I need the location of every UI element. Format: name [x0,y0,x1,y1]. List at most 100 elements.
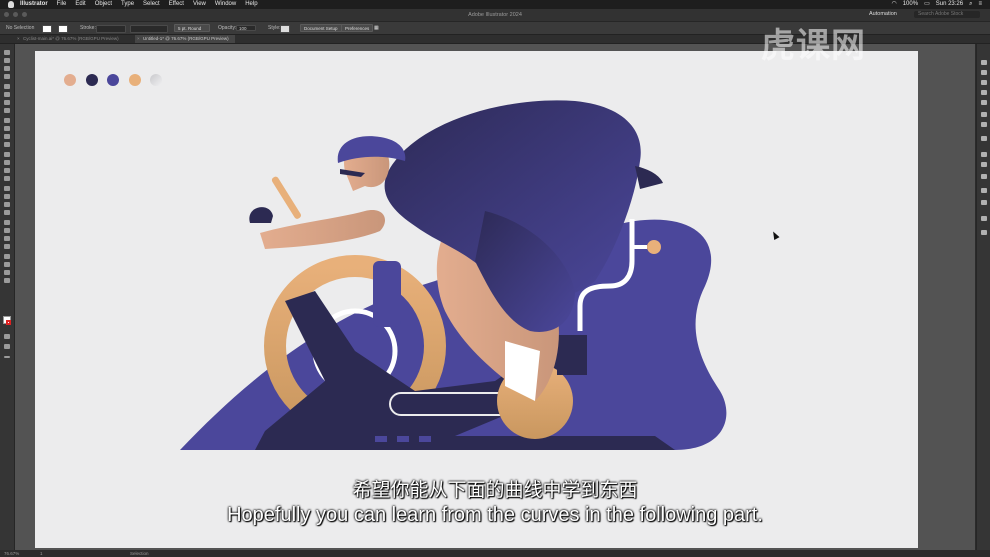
menubar-status-area: ◠ 100% ▭ Sun 23:26 ⌕ ≡ [891,0,982,9]
perspective-grid-tool-icon[interactable] [4,194,10,199]
menu-view[interactable]: View [193,0,206,9]
palette-swatch-indigo[interactable] [107,74,119,86]
appearance-panel-icon[interactable] [981,174,987,179]
tab-label: Cyclist-main.ai* @ 76.67% (RGB/GPU Previ… [23,36,119,41]
paintbrush-tool-icon[interactable] [4,126,10,131]
stroke-panel-icon[interactable] [981,136,987,141]
properties-panel-icon[interactable] [981,60,987,65]
watermark-logo: 虎课网 [761,26,866,66]
swatches-panel-icon[interactable] [981,100,987,105]
brush-definition-select[interactable]: 5 pt. Round [174,24,210,32]
curvature-tool-icon[interactable] [4,92,10,97]
graphic-style-swatch[interactable] [280,25,290,33]
subtitle-chinese: 希望你能从下面的曲线中学到东西 [352,479,638,501]
column-graph-tool-icon[interactable] [4,244,10,249]
tab-cyclist-main[interactable]: × Cyclist-main.ai* @ 76.67% (RGB/GPU Pre… [15,35,132,43]
mesh-tool-icon[interactable] [4,202,10,207]
stroke-swatch[interactable] [58,25,68,33]
bike-foot-2 [397,436,409,442]
arrange-documents-icon[interactable]: ▦ [374,22,379,34]
artboard-tool-icon[interactable] [4,254,10,259]
menu-window[interactable]: Window [215,0,236,9]
artboard-number[interactable]: 1 [40,550,43,557]
wifi-icon[interactable]: ◠ [891,0,896,9]
variable-width-profile[interactable] [130,25,168,33]
opacity-label: Opacity: [218,25,237,31]
close-tab-icon[interactable]: × [137,35,140,43]
menu-file[interactable]: File [57,0,67,9]
slice-tool-icon[interactable] [4,262,10,267]
shape-builder-tool-icon[interactable] [4,186,10,191]
bike-foot-1 [375,436,387,442]
artboards-panel-icon[interactable] [981,216,987,221]
palette-swatch-navy[interactable] [86,74,98,86]
current-tool-status[interactable]: Selection [130,550,149,557]
line-tool-icon[interactable] [4,108,10,113]
stroke-weight-field[interactable] [96,25,126,33]
symbols-panel-icon[interactable] [981,122,987,127]
palette-swatch-grey-gradient[interactable] [150,74,162,86]
handlebar-grip [271,176,301,219]
menu-help[interactable]: Help [245,0,257,9]
menu-object[interactable]: Object [95,0,112,9]
battery-icon[interactable]: ▭ [924,0,930,9]
workspace-switcher[interactable]: Automation [869,11,897,17]
artboard[interactable] [35,51,918,548]
bike-foot-3 [419,436,431,442]
free-transform-tool-icon[interactable] [4,176,10,181]
document-setup-button[interactable]: Document Setup [300,24,342,32]
menu-select[interactable]: Select [143,0,160,9]
eyedropper-tool-icon[interactable] [4,220,10,225]
menu-app-name[interactable]: Illustrator [20,0,48,9]
magic-wand-tool-icon[interactable] [4,66,10,71]
asset-export-panel-icon[interactable] [981,230,987,235]
eraser-tool-icon[interactable] [4,142,10,147]
layers-panel-icon[interactable] [981,200,987,205]
palette-swatch-gold[interactable] [129,74,141,86]
type-tool-icon[interactable] [4,100,10,105]
cyclist-illustration[interactable] [35,51,918,548]
menubar-clock[interactable]: Sun 23:26 [936,0,963,9]
symbol-sprayer-tool-icon[interactable] [4,236,10,241]
stock-search-input[interactable]: Search Adobe Stock [914,11,980,18]
transparency-panel-icon[interactable] [981,162,987,167]
menu-edit[interactable]: Edit [75,0,85,9]
edit-toolbar-icon[interactable] [4,356,10,358]
tab-untitled-1[interactable]: × Untitled-1* @ 76.67% (RGB/GPU Preview) [135,35,235,43]
zoom-tool-icon[interactable] [4,278,10,283]
gradient-panel-icon[interactable] [981,152,987,157]
preferences-button[interactable]: Preferences [341,24,374,32]
zoom-level[interactable]: 76.67% [4,550,19,557]
pencil-tool-icon[interactable] [4,134,10,139]
fill-swatch[interactable] [42,25,52,33]
selection-tool-icon[interactable] [4,50,10,55]
lasso-tool-icon[interactable] [4,74,10,79]
style-label: Style: [268,25,281,31]
brushes-panel-icon[interactable] [981,112,987,117]
libraries-panel-icon[interactable] [981,70,987,75]
gradient-tool-icon[interactable] [4,210,10,215]
graphic-styles-panel-icon[interactable] [981,188,987,193]
direct-selection-tool-icon[interactable] [4,58,10,63]
menu-type[interactable]: Type [121,0,134,9]
color-guide-panel-icon[interactable] [981,90,987,95]
color-panel-icon[interactable] [981,80,987,85]
pen-tool-icon[interactable] [4,84,10,89]
width-tool-icon[interactable] [4,168,10,173]
opacity-field[interactable]: 100 [236,25,256,31]
stroke-color-icon[interactable] [6,320,11,325]
palette-swatch-peach[interactable] [64,74,76,86]
control-center-icon[interactable]: ≡ [978,0,982,9]
hand-tool-icon[interactable] [4,270,10,275]
water-bottle [373,261,401,327]
close-tab-icon[interactable]: × [17,35,20,43]
draw-mode-icon[interactable] [4,334,10,339]
apple-menu-icon[interactable] [8,1,14,8]
rotate-tool-icon[interactable] [4,152,10,157]
spotlight-icon[interactable]: ⌕ [969,0,972,9]
scale-tool-icon[interactable] [4,160,10,165]
blend-tool-icon[interactable] [4,228,10,233]
menu-effect[interactable]: Effect [169,0,184,9]
rectangle-tool-icon[interactable] [4,118,10,123]
screen-mode-icon[interactable] [4,344,10,349]
